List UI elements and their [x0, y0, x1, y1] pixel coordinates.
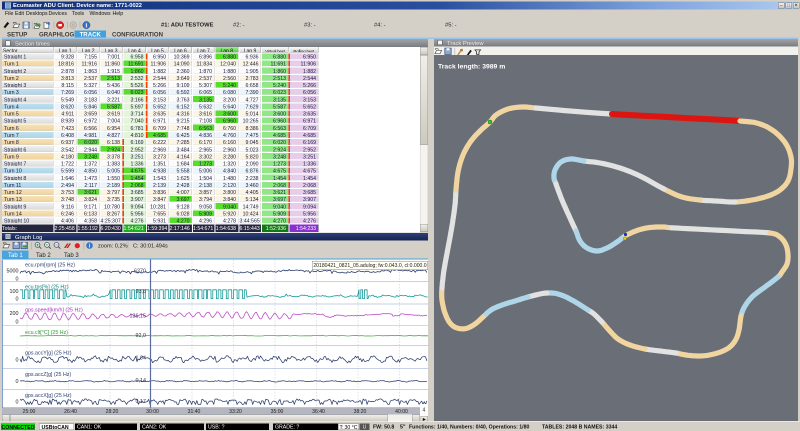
svg-text:i: i [86, 22, 88, 29]
